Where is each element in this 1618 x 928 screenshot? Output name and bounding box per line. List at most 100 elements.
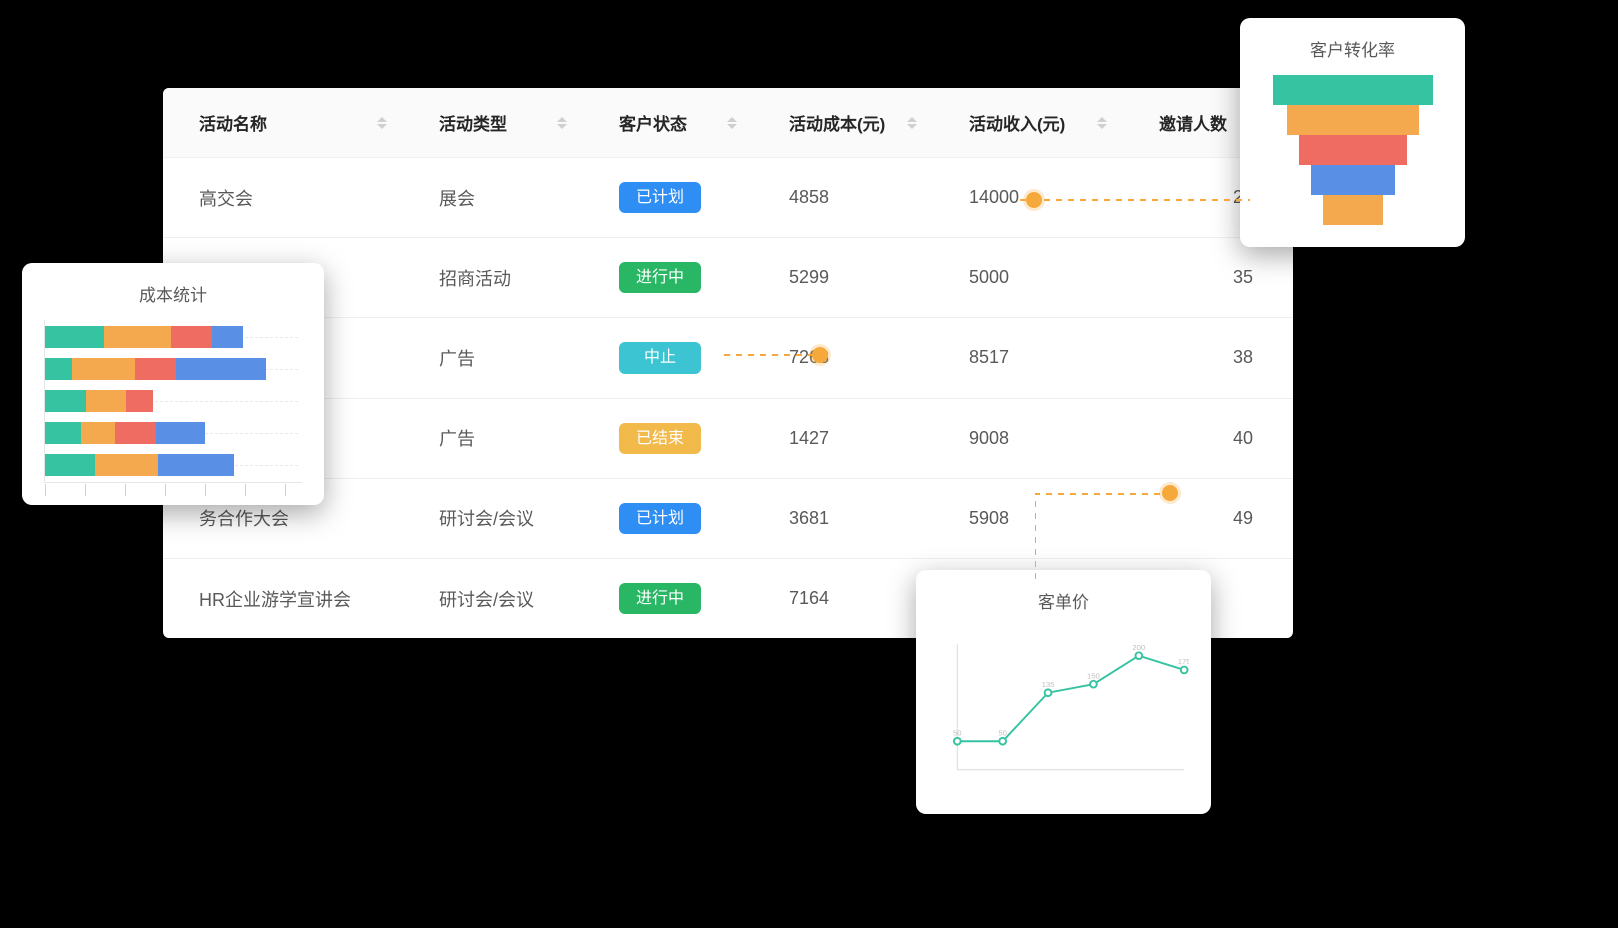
card-title: 客单价 [938,588,1189,613]
bar-segment [115,422,156,444]
sort-icon[interactable] [727,117,737,129]
line-point-label: 135 [1042,680,1055,689]
line-point-label: 200 [1132,643,1145,652]
bar-row [45,390,298,412]
cell-activity-type: 广告 [403,398,583,478]
funnel-layer [1299,135,1407,165]
status-badge: 进行中 [619,583,701,614]
bar-segment [45,454,95,476]
status-badge: 已计划 [619,182,701,213]
line-chart: 5050135150200175 [938,627,1189,787]
bar-segment [171,326,212,348]
cell-activity-type: 广告 [403,318,583,398]
sort-icon[interactable] [557,117,567,129]
line-point [999,738,1006,745]
cell-activity-type: 展会 [403,158,583,238]
cell-status: 已计划 [583,478,753,558]
bar-segment [135,358,176,380]
conversion-funnel-card: 客户转化率 [1240,18,1465,247]
col-activity-type[interactable]: 活动类型 [403,88,583,158]
funnel-chart [1262,75,1443,225]
cell-revenue: 5908 [933,478,1123,558]
col-customer-status[interactable]: 客户状态 [583,88,753,158]
bar-segment [72,358,135,380]
bar-segment [212,326,244,348]
status-badge: 中止 [619,342,701,373]
line-point [954,738,961,745]
connector-dot-icon [1162,485,1178,501]
funnel-layer [1311,165,1395,195]
unit-price-card: 客单价 5050135150200175 [916,570,1211,814]
table-row[interactable]: 招商活动 招商活动 进行中 5299 5000 35 [163,238,1293,318]
sort-icon[interactable] [377,117,387,129]
cell-status: 进行中 [583,238,753,318]
sort-icon[interactable] [907,117,917,129]
line-point [1090,681,1097,688]
connector-dot-icon [1026,192,1042,208]
card-title: 客户转化率 [1262,36,1443,61]
table-row[interactable]: 告推广 广告 已结束 1427 9008 40 [163,398,1293,478]
funnel-layer [1273,75,1433,105]
bar-row [45,454,298,476]
cost-statistics-card: 成本统计 [22,263,324,505]
card-title: 成本统计 [44,281,302,306]
stacked-bar-chart [44,320,302,483]
bar-segment [45,358,72,380]
cell-status: 进行中 [583,558,753,638]
cell-invites: 38 [1123,318,1293,398]
cell-activity-type: 研讨会/会议 [403,558,583,638]
cell-revenue: 8517 [933,318,1123,398]
bar-segment [45,326,104,348]
bar-row [45,358,298,380]
cell-activity-type: 招商活动 [403,238,583,318]
activity-table: 活动名称 活动类型 客户状态 活动成本(元) 活动收入(元) [163,88,1293,638]
col-activity-revenue[interactable]: 活动收入(元) [933,88,1123,158]
activity-table-card: 活动名称 活动类型 客户状态 活动成本(元) 活动收入(元) [163,88,1293,638]
cell-status: 已计划 [583,158,753,238]
cell-activity-name: 高交会 [163,158,403,238]
bar-segment [81,422,115,444]
table-row[interactable]: 广告 中止 7268 8517 38 [163,318,1293,398]
bar-row [45,326,298,348]
table-row[interactable]: 高交会 展会 已计划 4858 14000 24 [163,158,1293,238]
line-point-label: 150 [1087,671,1100,680]
col-label: 活动成本(元) [789,115,885,134]
table-row[interactable]: 务合作大会 研讨会/会议 已计划 3681 5908 49 [163,478,1293,558]
funnel-layer [1323,195,1383,225]
cell-invites: 49 [1123,478,1293,558]
cell-revenue: 5000 [933,238,1123,318]
bar-segment [158,454,235,476]
cell-cost: 7268 [753,318,933,398]
line-point [1045,689,1052,696]
bar-segment [86,390,127,412]
col-label: 客户状态 [619,115,687,134]
cell-status: 已结束 [583,398,753,478]
cell-activity-name: HR企业游学宣讲会 [163,558,403,638]
cell-invites: 40 [1123,398,1293,478]
col-label: 邀请人数 [1159,115,1227,134]
bar-segment [45,422,81,444]
table-header-row: 活动名称 活动类型 客户状态 活动成本(元) 活动收入(元) [163,88,1293,158]
cell-activity-type: 研讨会/会议 [403,478,583,558]
bar-segment [95,454,158,476]
funnel-layer [1287,105,1419,135]
sort-icon[interactable] [1097,117,1107,129]
cell-cost: 1427 [753,398,933,478]
line-point-label: 50 [998,728,1007,737]
col-activity-name[interactable]: 活动名称 [163,88,403,158]
status-badge: 已计划 [619,503,701,534]
col-activity-cost[interactable]: 活动成本(元) [753,88,933,158]
cell-invites: 35 [1123,238,1293,318]
bar-row [45,422,298,444]
cell-status: 中止 [583,318,753,398]
bar-segment [176,358,266,380]
col-label: 活动类型 [439,115,507,134]
bar-segment [45,390,86,412]
line-point [1135,652,1142,659]
bar-segment [156,422,206,444]
status-badge: 进行中 [619,262,701,293]
status-badge: 已结束 [619,423,701,454]
connector-dot-icon [812,347,828,363]
line-point-label: 50 [953,728,962,737]
cell-cost: 5299 [753,238,933,318]
